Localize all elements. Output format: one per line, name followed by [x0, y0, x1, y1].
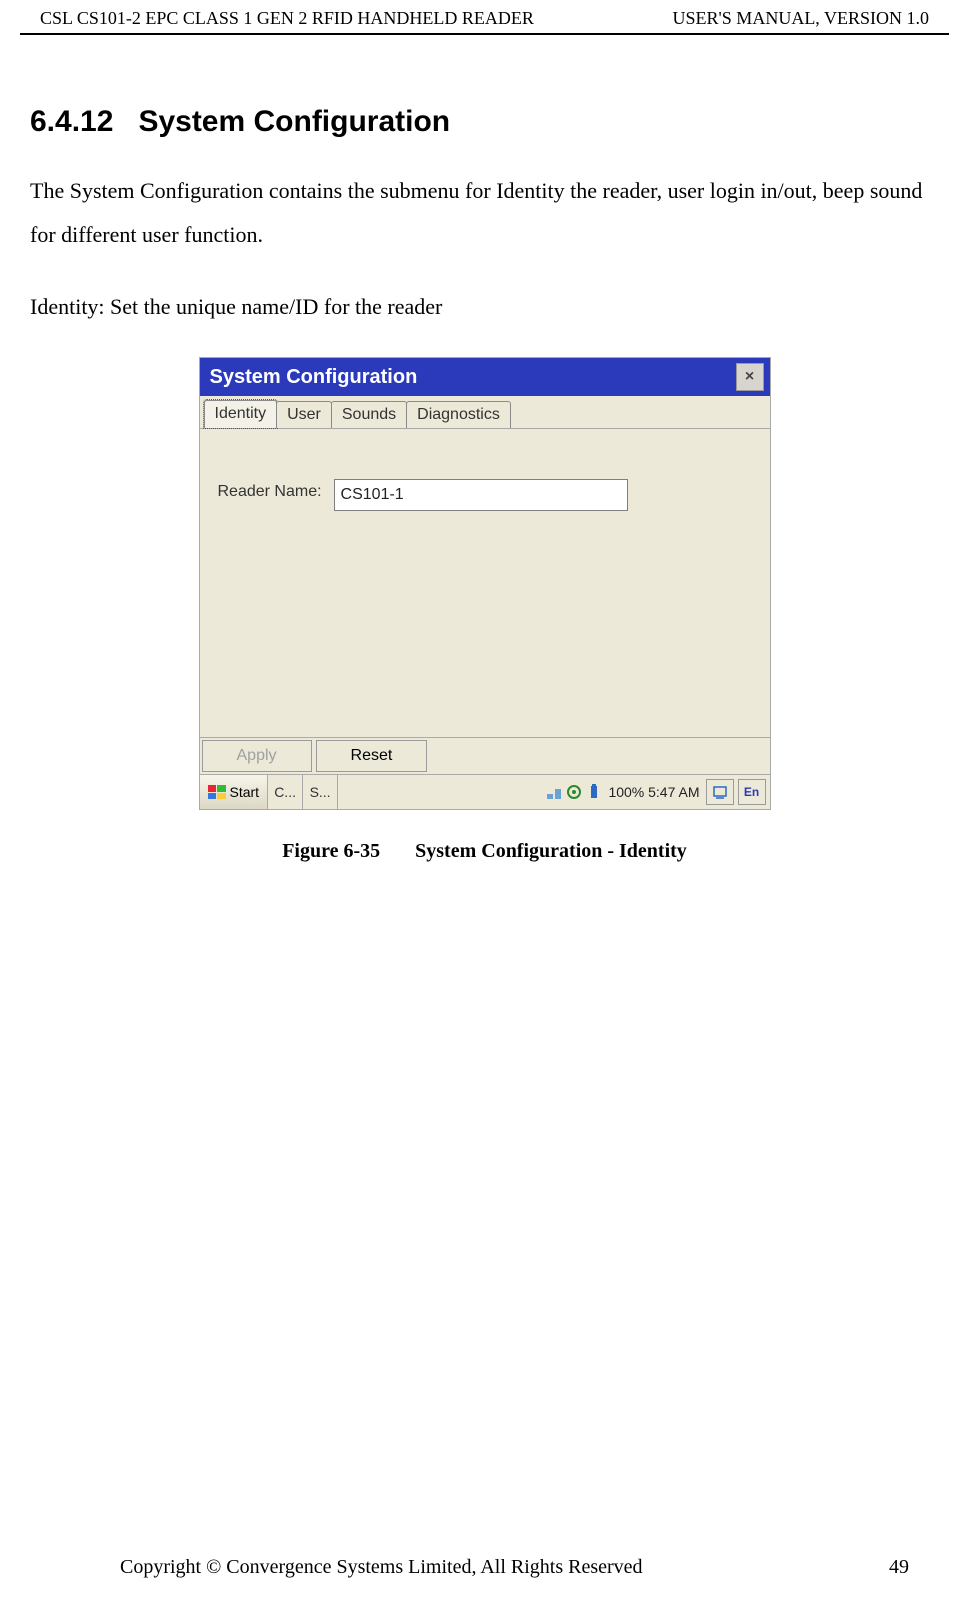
button-row: Apply Reset [200, 737, 770, 774]
content-area: 6.4.12 System Configuration The System C… [0, 35, 969, 883]
paragraph-1: The System Configuration contains the su… [30, 169, 939, 257]
paragraph-2: Identity: Set the unique name/ID for the… [30, 285, 939, 329]
tab-strip: Identity User Sounds Diagnostics [200, 396, 770, 429]
windows-flag-icon [208, 785, 226, 799]
battery-time-text: 100% 5:47 AM [608, 784, 699, 800]
tab-identity[interactable]: Identity [204, 400, 278, 428]
figure-caption: Figure 6-35 System Configuration - Ident… [30, 840, 939, 863]
window-title: System Configuration [206, 364, 422, 391]
footer-page-number: 49 [889, 1556, 909, 1579]
desktop-icon[interactable] [706, 779, 734, 805]
section-title: System Configuration [138, 105, 450, 138]
page-header: CSL CS101-2 EPC CLASS 1 GEN 2 RFID HANDH… [20, 0, 949, 35]
figure-number: Figure 6-35 [282, 840, 380, 862]
wifi-icon[interactable] [566, 784, 582, 800]
tab-user[interactable]: User [276, 401, 332, 428]
language-indicator[interactable]: En [738, 779, 766, 805]
tab-body-identity: Reader Name: [200, 429, 770, 737]
start-button[interactable]: Start [200, 775, 269, 809]
taskbar-slot-2[interactable]: S... [303, 775, 338, 809]
reset-button[interactable]: Reset [316, 740, 428, 772]
system-config-window: System Configuration × Identity User Sou… [199, 357, 771, 810]
header-right: USER'S MANUAL, VERSION 1.0 [673, 8, 929, 29]
system-tray: 100% 5:47 AM En [338, 775, 769, 809]
close-icon: × [745, 368, 754, 386]
titlebar: System Configuration × [200, 358, 770, 396]
section-heading: 6.4.12 System Configuration [30, 105, 939, 139]
tab-sounds[interactable]: Sounds [331, 401, 407, 428]
start-label: Start [230, 784, 260, 800]
reader-name-label: Reader Name: [218, 483, 322, 501]
apply-button[interactable]: Apply [202, 740, 312, 772]
tab-diagnostics[interactable]: Diagnostics [406, 401, 511, 428]
reader-name-input[interactable] [334, 479, 628, 511]
network-icon[interactable] [546, 784, 562, 800]
page-footer: Copyright © Convergence Systems Limited,… [0, 1556, 969, 1579]
screenshot-container: System Configuration × Identity User Sou… [30, 357, 939, 810]
battery-icon[interactable] [586, 784, 602, 800]
taskbar: Start C... S... 100% 5:47 AM En [200, 774, 770, 809]
taskbar-slot-1[interactable]: C... [268, 775, 303, 809]
header-left: CSL CS101-2 EPC CLASS 1 GEN 2 RFID HANDH… [40, 8, 534, 29]
figure-title: System Configuration - Identity [415, 840, 687, 862]
close-button[interactable]: × [736, 363, 764, 391]
section-number: 6.4.12 [30, 105, 113, 138]
footer-copyright: Copyright © Convergence Systems Limited,… [120, 1556, 643, 1579]
